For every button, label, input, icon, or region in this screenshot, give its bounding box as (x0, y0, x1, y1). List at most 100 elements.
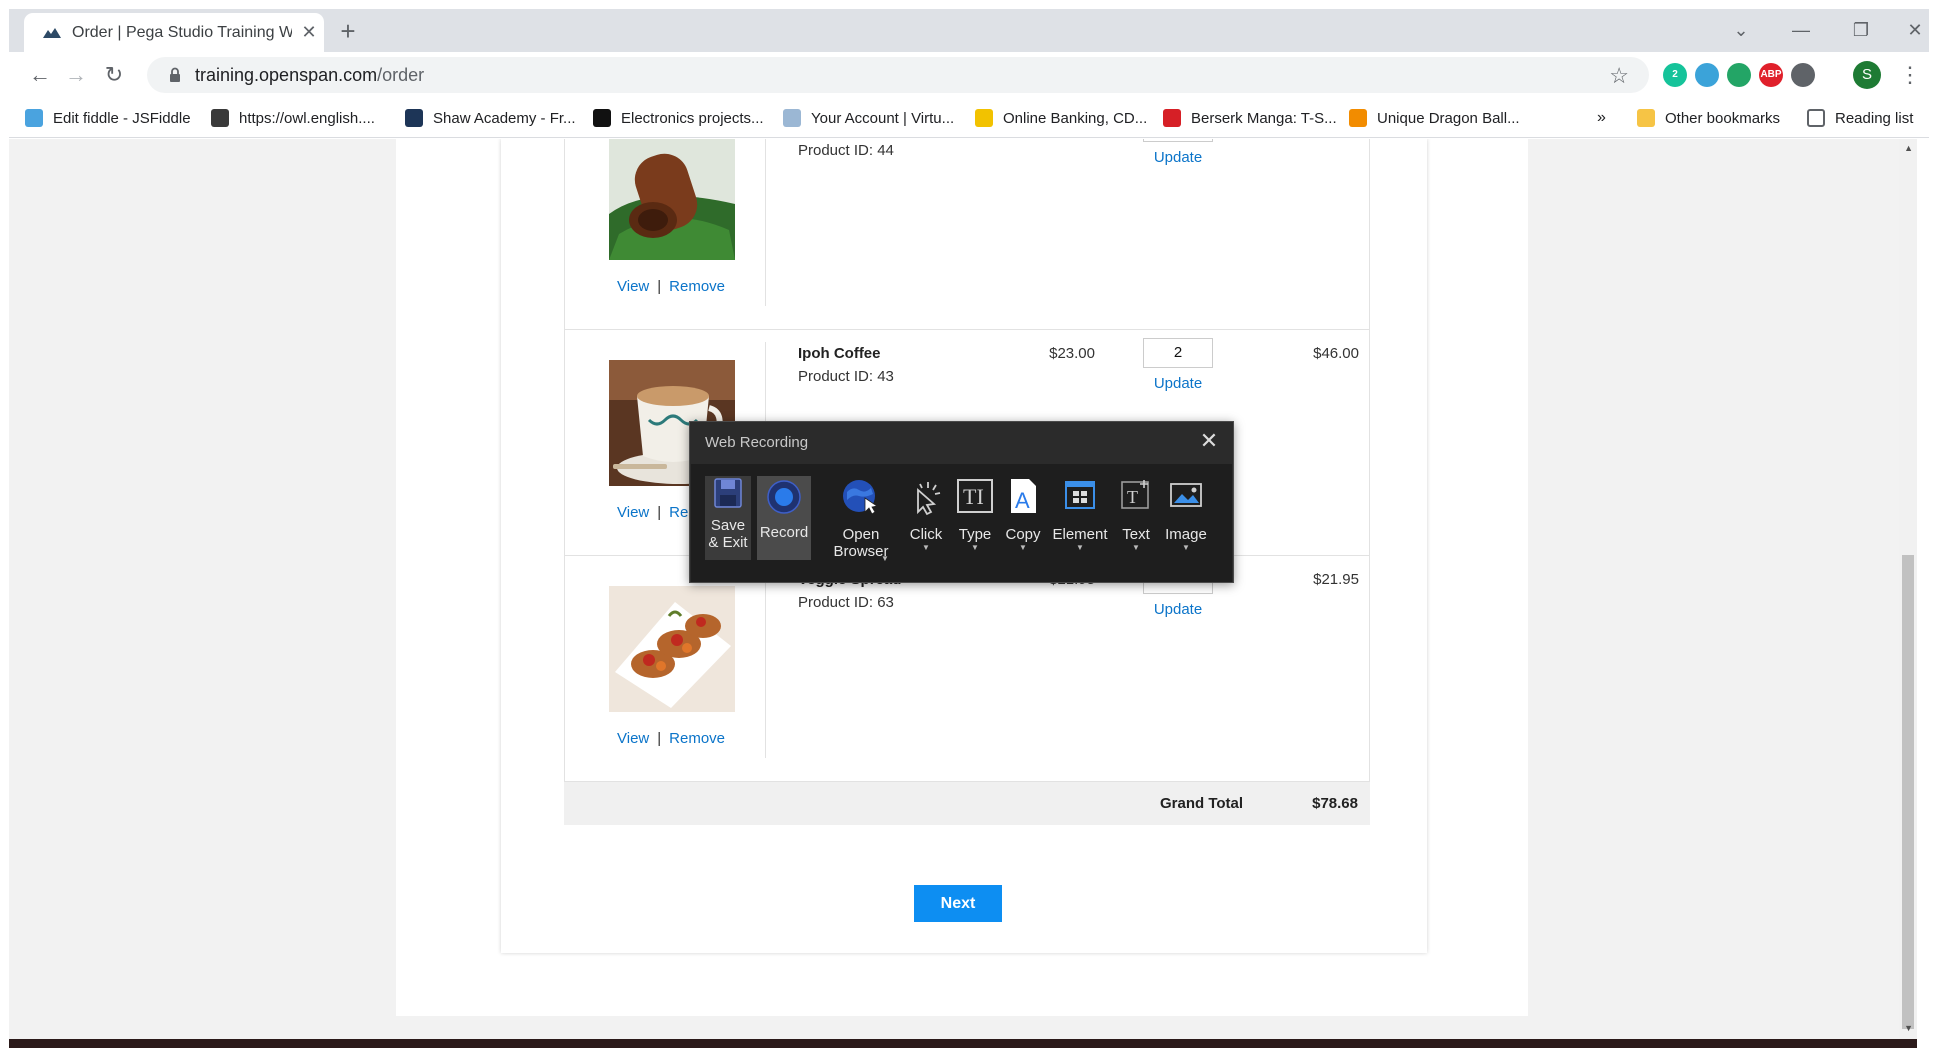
grand-total-row: Grand Total $78.68 (564, 782, 1370, 825)
vertical-scrollbar[interactable]: ▲ ▼ (1899, 139, 1917, 1039)
lock-icon[interactable] (169, 67, 181, 83)
type-button[interactable]: TI Type ▼ (953, 476, 997, 553)
view-link[interactable]: View (617, 504, 649, 521)
grand-total-value: $78.68 (1312, 795, 1358, 812)
text-input-icon: TI (957, 479, 993, 513)
record-button[interactable]: Record (757, 476, 811, 560)
browser-tab-active[interactable]: Order | Pega Studio Training Web ✕ (24, 13, 324, 52)
view-link[interactable]: View (617, 730, 649, 747)
browser-menu-icon[interactable]: ⋮ (1899, 60, 1921, 90)
tab-close-icon[interactable]: ✕ (298, 21, 320, 43)
profile-avatar[interactable]: S (1853, 61, 1881, 89)
url-host: training.openspan.com (195, 65, 378, 85)
image-capture-icon (1170, 483, 1202, 507)
product-name: Ipoh Coffee (798, 345, 881, 362)
bookmarks-overflow-icon[interactable]: » (1597, 106, 1606, 130)
reload-icon[interactable]: ↻ (99, 60, 129, 90)
open-browser-label-1: Open (842, 526, 880, 543)
text-button[interactable]: T Text ▼ (1115, 476, 1157, 553)
record-label: Record (759, 524, 809, 541)
quantity-input[interactable]: 1 (1143, 139, 1213, 142)
puzzle-extensions-icon[interactable] (1791, 63, 1815, 87)
view-link[interactable]: View (617, 278, 649, 295)
bookmark-item[interactable]: Shaw Academy - Fr... (405, 106, 576, 130)
open-browser-button[interactable]: Open Browser ▼ (827, 476, 895, 563)
address-bar[interactable]: training.openspan.com/order ☆ (147, 57, 1649, 93)
bookmark-item[interactable]: Your Account | Virtu... (783, 106, 954, 130)
product-image[interactable] (609, 139, 735, 260)
minimize-icon[interactable]: — (1789, 18, 1813, 42)
table-row: View|RemoveVeggie SpreadProduct ID: 63$2… (564, 556, 1370, 782)
extension-badge: ABP (1760, 69, 1782, 80)
remove-link[interactable]: Remove (669, 278, 725, 295)
grammarly-extension-icon[interactable]: 2 (1663, 63, 1687, 87)
chevron-down-icon: ▼ (881, 554, 889, 563)
forward-icon[interactable]: → (61, 60, 91, 90)
line-total: $21.95 (1313, 571, 1359, 588)
bookmark-item[interactable]: Online Banking, CD... (975, 106, 1147, 130)
restore-icon[interactable]: ❐ (1849, 18, 1873, 42)
scrollbar-thumb[interactable] (1902, 555, 1914, 1029)
scroll-down-arrow-icon[interactable]: ▼ (1904, 1023, 1913, 1033)
product-id: Product ID: 63 (798, 594, 894, 611)
save-exit-button[interactable]: Save & Exit (705, 476, 751, 560)
save-exit-label-2: & Exit (708, 534, 748, 551)
image-button[interactable]: Image ▼ (1161, 476, 1211, 553)
line-total: $46.00 (1313, 345, 1359, 362)
bookmark-label: Online Banking, CD... (1003, 109, 1148, 127)
click-button[interactable]: Click ▼ (903, 476, 949, 553)
bookmark-favicon-icon (593, 109, 611, 127)
bookmark-label: Shaw Academy - Fr... (433, 109, 576, 127)
bookmark-item[interactable]: Electronics projects... (593, 106, 764, 130)
copy-document-icon: A (1011, 479, 1036, 513)
back-icon[interactable]: ← (25, 60, 55, 90)
save-exit-label-1: Save (710, 517, 746, 534)
bookmark-item[interactable]: Unique Dragon Ball... (1349, 106, 1520, 130)
quantity-input[interactable]: 2 (1143, 338, 1213, 368)
bookmark-star-icon[interactable]: ☆ (1609, 63, 1629, 89)
image-label: Image (1165, 526, 1207, 543)
tab-manager-extension-icon[interactable] (1727, 63, 1751, 87)
element-button[interactable]: Element ▼ (1049, 476, 1111, 553)
window-close-icon[interactable]: ✕ (1903, 18, 1927, 42)
url-text[interactable]: training.openspan.com/order (195, 65, 424, 86)
tab-search-chevron-icon[interactable]: ⌄ (1729, 18, 1753, 42)
remove-link[interactable]: Remove (669, 730, 725, 747)
element-grid-icon (1065, 481, 1095, 509)
new-tab-icon[interactable]: + (335, 18, 361, 45)
bookmark-item[interactable]: Berserk Manga: T-S... (1163, 106, 1337, 130)
type-label: Type (958, 526, 992, 543)
reading-list-button[interactable]: Reading list (1807, 106, 1913, 130)
other-bookmarks-folder[interactable]: Other bookmarks (1637, 106, 1780, 130)
row-actions: View | Remove (617, 278, 725, 295)
bookmark-label: Your Account | Virtu... (811, 109, 955, 127)
reading-list-icon (1807, 109, 1825, 127)
product-image[interactable] (609, 586, 735, 712)
copy-label: Copy (1005, 526, 1041, 543)
bookmark-favicon-icon (975, 109, 993, 127)
bookmark-item[interactable]: Edit fiddle - JSFiddle (25, 106, 191, 130)
pricing-extension-icon[interactable] (1695, 63, 1719, 87)
bookmark-favicon-icon (1349, 109, 1367, 127)
web-recording-toolbar: Web Recording ✕ Save & Exit Record Open … (689, 421, 1234, 583)
update-link[interactable]: Update (1143, 375, 1213, 392)
chevron-down-icon: ▼ (1182, 543, 1190, 552)
text-label: Text (1122, 526, 1150, 543)
update-link[interactable]: Update (1143, 149, 1213, 166)
globe-cursor-icon (843, 480, 879, 515)
copy-button[interactable]: A Copy ▼ (1001, 476, 1045, 553)
bookmark-item[interactable]: https://owl.english.... (211, 106, 375, 130)
web-recording-close-icon[interactable]: ✕ (1195, 428, 1223, 454)
bookmark-label: Electronics projects... (621, 109, 764, 127)
adblock-plus-extension-icon[interactable]: ABP (1759, 63, 1783, 87)
web-recording-tools: Save & Exit Record Open Browser ▼ Click … (691, 464, 1232, 582)
taskbar-edge (9, 1039, 1917, 1048)
update-link[interactable]: Update (1143, 601, 1213, 618)
record-dot-icon (767, 480, 801, 514)
next-button[interactable]: Next (914, 885, 1002, 922)
chevron-down-icon: ▼ (1076, 543, 1084, 552)
scroll-up-arrow-icon[interactable]: ▲ (1904, 143, 1913, 153)
save-disk-icon (714, 478, 742, 508)
element-label: Element (1052, 526, 1108, 543)
chevron-down-icon: ▼ (971, 543, 979, 552)
